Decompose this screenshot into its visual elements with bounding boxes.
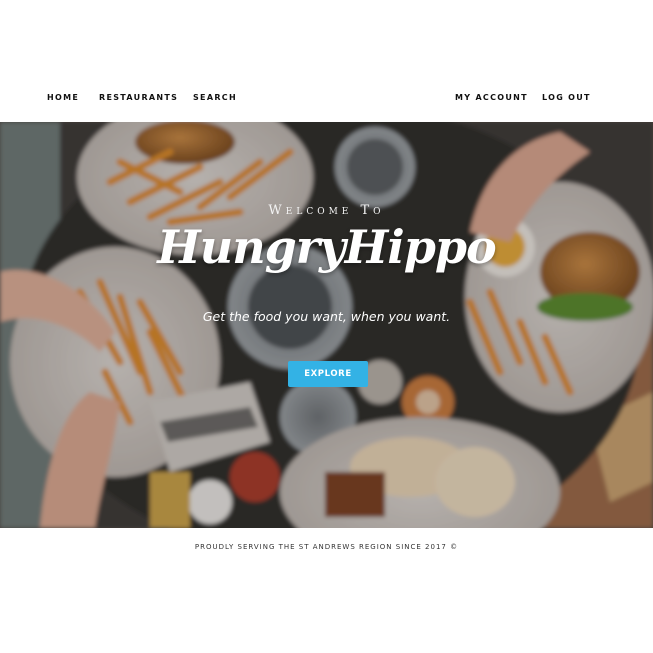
explore-button[interactable]: EXPLORE	[288, 361, 368, 387]
nav-log-out[interactable]: LOG OUT	[542, 93, 591, 102]
nav-home[interactable]: HOME	[47, 93, 79, 102]
footer-text: PROUDLY SERVING THE ST ANDREWS REGION SI…	[194, 543, 459, 551]
nav-search[interactable]: SEARCH	[193, 93, 237, 102]
hero-brand-logo: HungryHippo	[157, 220, 496, 274]
nav-restaurants[interactable]: RESTAURANTS	[99, 93, 178, 102]
hero-overlay	[0, 122, 653, 528]
hero-tagline: Get the food you want, when you want.	[202, 309, 451, 324]
nav-my-account[interactable]: MY ACCOUNT	[455, 93, 528, 102]
hero-banner: Welcome To HungryHippo Get the food you …	[0, 122, 653, 528]
hero-welcome-text: Welcome To	[268, 203, 385, 218]
top-nav: HOME RESTAURANTS SEARCH MY ACCOUNT LOG O…	[0, 86, 653, 112]
